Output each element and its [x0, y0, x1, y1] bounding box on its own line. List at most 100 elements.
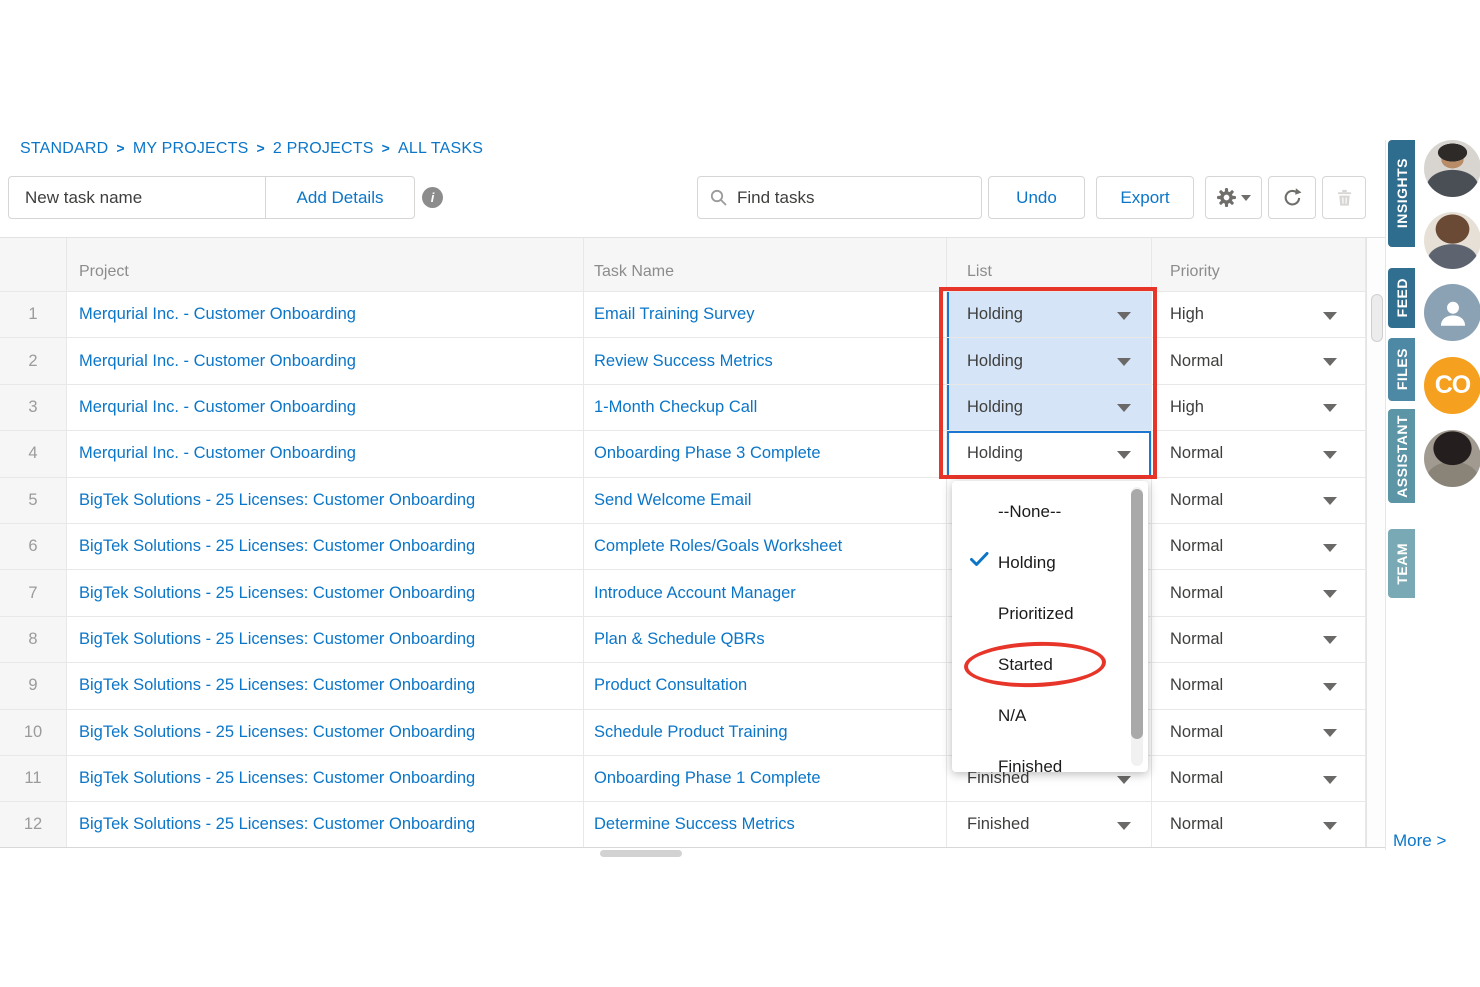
avatar[interactable] — [1424, 430, 1480, 487]
dropdown-option[interactable]: Started — [952, 639, 1148, 690]
project-link[interactable]: BigTek Solutions - 25 Licenses: Customer… — [79, 584, 475, 603]
task-link[interactable]: Email Training Survey — [594, 305, 754, 324]
priority-dropdown-cell[interactable]: High — [1152, 385, 1366, 430]
project-link[interactable]: BigTek Solutions - 25 Licenses: Customer… — [79, 723, 475, 742]
priority-dropdown-cell[interactable]: Normal — [1152, 431, 1366, 476]
column-header-project[interactable]: Project — [67, 238, 584, 291]
avatar[interactable] — [1424, 212, 1480, 269]
sidebar-tab-team[interactable]: TEAM — [1388, 529, 1415, 598]
avatar[interactable] — [1424, 140, 1480, 197]
undo-button[interactable]: Undo — [988, 176, 1085, 219]
sidebar-tab-assistant[interactable]: ASSISTANT — [1388, 409, 1415, 503]
dropdown-scrollbar[interactable] — [1131, 487, 1143, 766]
more-link[interactable]: More > — [1393, 831, 1446, 851]
priority-dropdown-cell[interactable]: Normal — [1152, 802, 1366, 847]
priority-dropdown-cell[interactable]: Normal — [1152, 570, 1366, 615]
dropdown-option[interactable]: Holding — [952, 537, 1148, 588]
project-link[interactable]: BigTek Solutions - 25 Licenses: Customer… — [79, 769, 475, 788]
sidebar-tab-insights[interactable]: INSIGHTS — [1388, 140, 1415, 247]
gear-icon — [1216, 187, 1237, 208]
dropdown-option[interactable]: --None-- — [952, 486, 1148, 537]
search-box[interactable] — [697, 176, 982, 219]
horizontal-scrollbar[interactable] — [600, 850, 682, 857]
task-link[interactable]: Product Consultation — [594, 676, 747, 695]
list-dropdown-cell[interactable]: Holding — [947, 431, 1152, 476]
chevron-down-icon — [1241, 195, 1251, 201]
task-link[interactable]: Review Success Metrics — [594, 352, 773, 371]
column-header-list[interactable]: List — [947, 238, 1152, 291]
export-button[interactable]: Export — [1096, 176, 1194, 219]
new-task-field[interactable] — [8, 176, 266, 219]
priority-dropdown-cell[interactable]: High — [1152, 292, 1366, 337]
row-number: 8 — [0, 617, 67, 662]
priority-dropdown-cell[interactable]: Normal — [1152, 663, 1366, 708]
delete-button[interactable] — [1322, 176, 1366, 219]
dropdown-option[interactable]: Prioritized — [952, 588, 1148, 639]
dropdown-option[interactable]: Finished — [952, 741, 1148, 772]
project-link[interactable]: BigTek Solutions - 25 Licenses: Customer… — [79, 630, 475, 649]
table-row: 7 BigTek Solutions - 25 Licenses: Custom… — [0, 570, 1366, 616]
column-header-priority[interactable]: Priority — [1152, 238, 1366, 291]
chevron-down-icon — [1323, 822, 1337, 830]
chevron-down-icon — [1323, 683, 1337, 691]
project-link[interactable]: BigTek Solutions - 25 Licenses: Customer… — [79, 815, 475, 834]
priority-dropdown-cell[interactable]: Normal — [1152, 756, 1366, 801]
search-input[interactable] — [727, 188, 969, 208]
dropdown-option[interactable]: N/A — [952, 690, 1148, 741]
chevron-down-icon — [1117, 312, 1131, 320]
chevron-down-icon — [1323, 497, 1337, 505]
vertical-scrollbar[interactable] — [1366, 238, 1386, 848]
project-link[interactable]: Merqurial Inc. - Customer Onboarding — [79, 352, 356, 371]
table-row: 8 BigTek Solutions - 25 Licenses: Custom… — [0, 617, 1366, 663]
table-row: 5 BigTek Solutions - 25 Licenses: Custom… — [0, 478, 1366, 524]
project-link[interactable]: Merqurial Inc. - Customer Onboarding — [79, 398, 356, 417]
priority-dropdown-cell[interactable]: Normal — [1152, 478, 1366, 523]
scrollbar-thumb[interactable] — [1371, 294, 1383, 342]
task-link[interactable]: Plan & Schedule QBRs — [594, 630, 765, 649]
sidebar-tab-files[interactable]: FILES — [1388, 338, 1415, 401]
task-link[interactable]: Introduce Account Manager — [594, 584, 796, 603]
breadcrumb: STANDARD>MY PROJECTS>2 PROJECTS>ALL TASK… — [20, 140, 483, 158]
breadcrumb-item[interactable]: 2 PROJECTS — [273, 140, 374, 157]
priority-dropdown-cell[interactable]: Normal — [1152, 617, 1366, 662]
project-link[interactable]: Merqurial Inc. - Customer Onboarding — [79, 444, 356, 463]
settings-button[interactable] — [1205, 176, 1262, 219]
column-header-task[interactable]: Task Name — [584, 238, 947, 291]
table-header: Project Task Name List Priority — [0, 238, 1366, 292]
task-link[interactable]: 1-Month Checkup Call — [594, 398, 757, 417]
project-link[interactable]: BigTek Solutions - 25 Licenses: Customer… — [79, 537, 475, 556]
breadcrumb-item[interactable]: STANDARD — [20, 140, 108, 157]
task-link[interactable]: Send Welcome Email — [594, 491, 751, 510]
scrollbar-thumb[interactable] — [1131, 489, 1143, 739]
table-row: 6 BigTek Solutions - 25 Licenses: Custom… — [0, 524, 1366, 570]
list-dropdown-cell[interactable]: Finished — [947, 802, 1152, 847]
row-number: 4 — [0, 431, 67, 476]
priority-dropdown-cell[interactable]: Normal — [1152, 524, 1366, 569]
new-task-input[interactable] — [9, 188, 266, 208]
list-dropdown-cell[interactable]: Holding — [947, 385, 1152, 430]
refresh-button[interactable] — [1268, 176, 1316, 219]
info-icon[interactable]: i — [422, 187, 443, 208]
project-link[interactable]: BigTek Solutions - 25 Licenses: Customer… — [79, 491, 475, 510]
task-link[interactable]: Schedule Product Training — [594, 723, 788, 742]
sidebar-tab-feed[interactable]: FEED — [1388, 268, 1415, 328]
project-link[interactable]: BigTek Solutions - 25 Licenses: Customer… — [79, 676, 475, 695]
breadcrumb-item[interactable]: MY PROJECTS — [133, 140, 249, 157]
breadcrumb-separator: > — [116, 140, 124, 156]
row-number: 12 — [0, 802, 67, 847]
list-dropdown-cell[interactable]: Holding — [947, 338, 1152, 383]
avatar[interactable]: CO — [1424, 357, 1480, 414]
task-link[interactable]: Determine Success Metrics — [594, 815, 795, 834]
priority-dropdown-cell[interactable]: Normal — [1152, 338, 1366, 383]
add-details-button[interactable]: Add Details — [265, 176, 415, 219]
task-link[interactable]: Onboarding Phase 3 Complete — [594, 444, 821, 463]
project-link[interactable]: Merqurial Inc. - Customer Onboarding — [79, 305, 356, 324]
avatar[interactable] — [1424, 284, 1480, 341]
priority-dropdown-cell[interactable]: Normal — [1152, 710, 1366, 755]
table-row: 12 BigTek Solutions - 25 Licenses: Custo… — [0, 802, 1366, 848]
breadcrumb-item[interactable]: ALL TASKS — [398, 140, 483, 157]
list-dropdown-cell[interactable]: Holding — [947, 292, 1152, 337]
task-link[interactable]: Complete Roles/Goals Worksheet — [594, 537, 842, 556]
chevron-down-icon — [1117, 451, 1131, 459]
task-link[interactable]: Onboarding Phase 1 Complete — [594, 769, 821, 788]
